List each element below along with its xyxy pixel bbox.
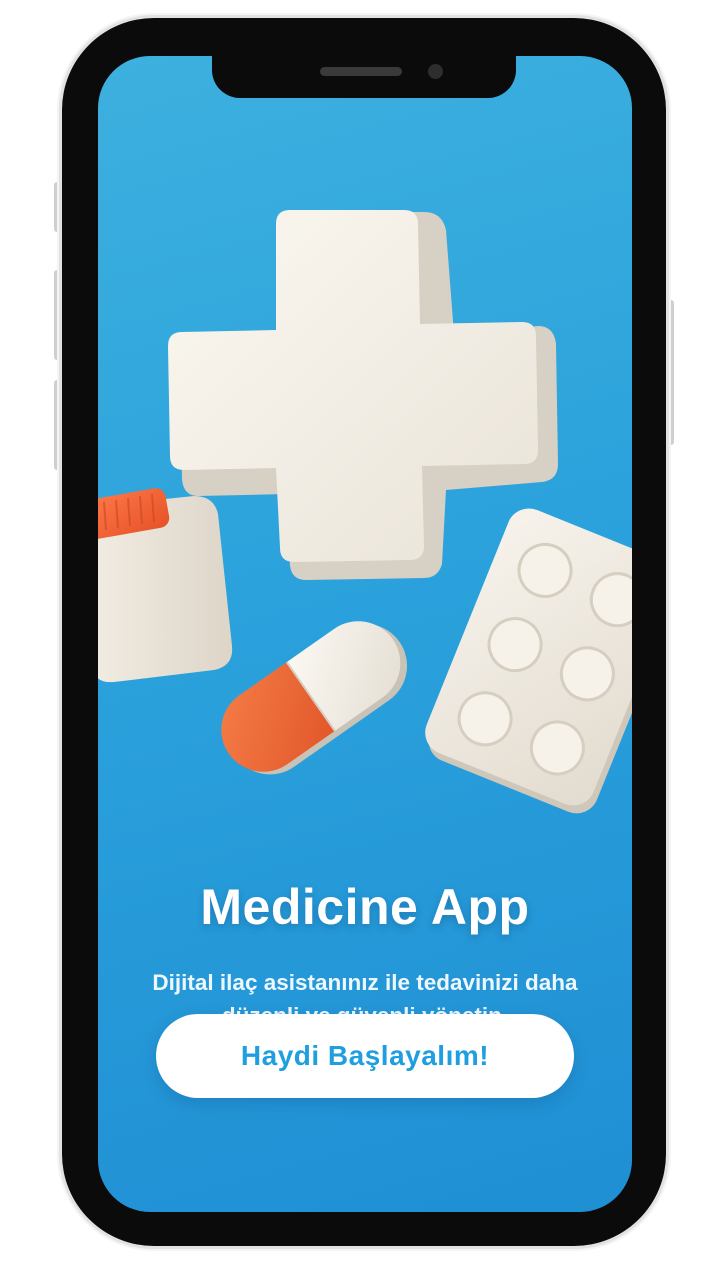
onboarding-screen: Medicine App Dijital ilaç asistanınız il…: [98, 56, 632, 1212]
earpiece-speaker: [320, 67, 402, 76]
volume-up-button: [54, 270, 62, 360]
device-mockup: Medicine App Dijital ilaç asistanınız il…: [0, 0, 720, 1280]
mute-switch: [54, 182, 62, 232]
front-camera: [428, 64, 443, 79]
app-title: Medicine App: [200, 879, 530, 935]
get-started-button[interactable]: Haydi Başlayalım!: [156, 1014, 574, 1098]
volume-down-button: [54, 380, 62, 470]
capsule-icon: [221, 621, 408, 775]
notch: [212, 56, 516, 98]
medical-cross-icon: [168, 210, 558, 580]
pill-bottle-icon: [98, 488, 233, 683]
blister-pack-icon: [425, 508, 632, 814]
hero-illustration: [98, 210, 632, 814]
power-button: [666, 300, 674, 445]
